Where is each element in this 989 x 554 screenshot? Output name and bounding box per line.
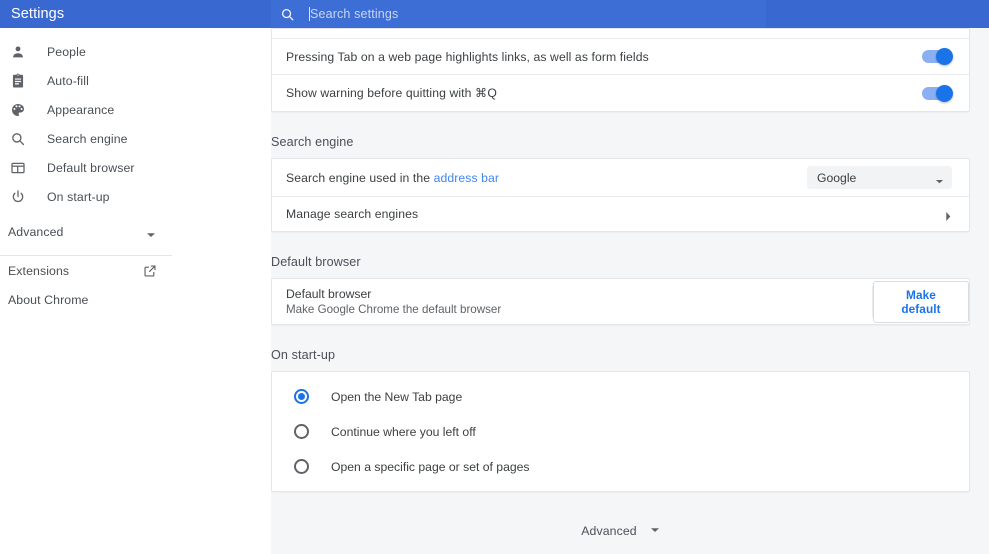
- cut-off-row: [272, 29, 969, 39]
- person-icon: [8, 42, 28, 62]
- open-in-new-icon: [143, 264, 157, 278]
- appearance-card-partial: Pressing Tab on a web page highlights li…: [271, 28, 970, 112]
- section-title-default-browser: Default browser: [271, 255, 989, 278]
- chevron-down-icon: [650, 522, 660, 540]
- palette-icon: [8, 100, 28, 120]
- search-engine-row-text: Search engine used in the: [286, 171, 434, 185]
- advanced-expander-label: Advanced: [581, 524, 637, 538]
- search-placeholder: Search settings: [310, 7, 398, 21]
- sidebar-item-extensions[interactable]: Extensions: [0, 256, 271, 285]
- search-engine-value: Google: [817, 171, 856, 185]
- search-engine-row-label: Search engine used in the address bar: [286, 171, 499, 185]
- sidebar-item-about-chrome[interactable]: About Chrome: [0, 285, 271, 314]
- sidebar-item-label: Appearance: [47, 103, 114, 117]
- sidebar-item-people[interactable]: People: [0, 37, 271, 66]
- chevron-right-icon: [944, 209, 952, 220]
- address-bar-link[interactable]: address bar: [434, 171, 499, 185]
- sidebar-item-on-start-up[interactable]: On start-up: [0, 182, 271, 211]
- toggle-quit-warning[interactable]: [922, 87, 952, 100]
- row-manage-search-engines[interactable]: Manage search engines: [272, 197, 969, 231]
- radio-button[interactable]: [294, 459, 309, 474]
- chevron-down-icon: [146, 227, 156, 237]
- search-icon: [280, 7, 295, 22]
- section-title-on-start-up: On start-up: [271, 348, 989, 371]
- search-icon: [8, 129, 28, 149]
- manage-search-engines-label: Manage search engines: [286, 207, 418, 221]
- search-engine-card: Search engine used in the address bar Go…: [271, 158, 970, 232]
- search-bar[interactable]: Search settings: [271, 0, 766, 28]
- default-browser-title: Default browser: [286, 287, 501, 301]
- sidebar-item-search-engine[interactable]: Search engine: [0, 124, 271, 153]
- sidebar-item-advanced[interactable]: Advanced: [0, 217, 271, 246]
- setting-label: Pressing Tab on a web page highlights li…: [286, 50, 649, 64]
- default-browser-subtitle: Make Google Chrome the default browser: [286, 303, 501, 316]
- clipboard-icon: [8, 71, 28, 91]
- sidebar-item-label: On start-up: [47, 190, 110, 204]
- row-search-engine-select[interactable]: Search engine used in the address bar Go…: [272, 159, 969, 197]
- setting-row-tab-highlight[interactable]: Pressing Tab on a web page highlights li…: [272, 39, 969, 75]
- sidebar-item-label: Search engine: [47, 132, 128, 146]
- radio-row-continue[interactable]: Continue where you left off: [272, 414, 969, 449]
- advanced-expander[interactable]: Advanced: [271, 522, 970, 540]
- section-title-search-engine: Search engine: [271, 135, 989, 158]
- row-default-browser: Default browser Make Google Chrome the d…: [272, 279, 969, 324]
- chevron-down-icon: [935, 173, 944, 182]
- radio-row-specific-page[interactable]: Open a specific page or set of pages: [272, 449, 969, 484]
- radio-label: Open the New Tab page: [331, 390, 462, 404]
- sidebar-item-label: People: [47, 45, 86, 59]
- search-input[interactable]: Search settings: [295, 0, 766, 28]
- app-header: Settings Search settings: [0, 0, 989, 28]
- sidebar-advanced-label: Advanced: [8, 225, 64, 239]
- radio-label: Continue where you left off: [331, 425, 476, 439]
- power-icon: [8, 187, 28, 207]
- radio-row-new-tab[interactable]: Open the New Tab page: [272, 379, 969, 414]
- default-browser-text: Default browser Make Google Chrome the d…: [286, 287, 501, 316]
- text-cursor: [309, 7, 310, 21]
- page-title: Settings: [11, 6, 64, 22]
- sidebar-link-label: Extensions: [8, 264, 69, 278]
- sidebar-item-auto-fill[interactable]: Auto-fill: [0, 66, 271, 95]
- setting-label: Show warning before quitting with ⌘Q: [286, 86, 497, 100]
- settings-content: Pressing Tab on a web page highlights li…: [271, 28, 989, 554]
- toggle-tab-highlight[interactable]: [922, 50, 952, 63]
- radio-label: Open a specific page or set of pages: [331, 460, 530, 474]
- sidebar-item-default-browser[interactable]: Default browser: [0, 153, 271, 182]
- on-startup-card: Open the New Tab page Continue where you…: [271, 371, 970, 492]
- browser-window-icon: [8, 158, 28, 178]
- search-engine-dropdown[interactable]: Google: [807, 166, 952, 189]
- sidebar-item-appearance[interactable]: Appearance: [0, 95, 271, 124]
- setting-row-quit-warning[interactable]: Show warning before quitting with ⌘Q: [272, 75, 969, 111]
- radio-button[interactable]: [294, 424, 309, 439]
- radio-button-selected[interactable]: [294, 389, 309, 404]
- make-default-button[interactable]: Make default: [873, 281, 969, 323]
- sidebar-link-label: About Chrome: [8, 293, 89, 307]
- sidebar: People Auto-fill Appearance Search engin…: [0, 28, 271, 554]
- sidebar-item-label: Default browser: [47, 161, 135, 175]
- sidebar-item-label: Auto-fill: [47, 74, 89, 88]
- default-browser-card: Default browser Make Google Chrome the d…: [271, 278, 970, 325]
